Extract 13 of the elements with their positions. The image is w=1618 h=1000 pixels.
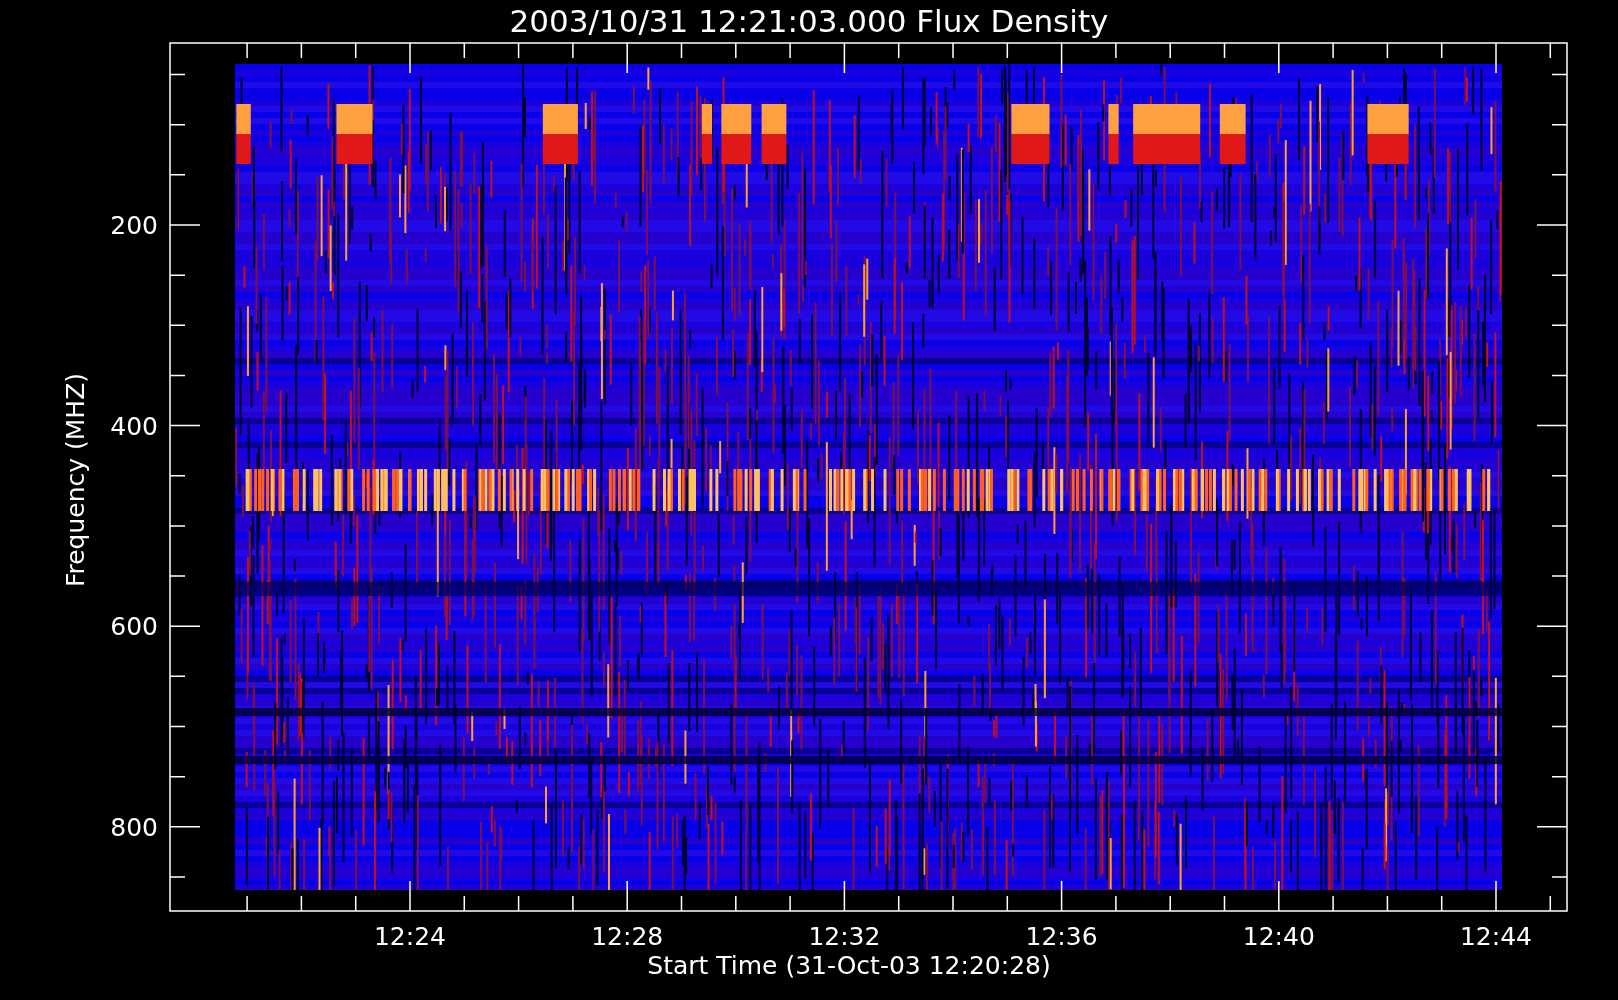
tick-label: 400 [110,411,158,441]
tick-label: 12:40 [1242,922,1315,951]
tick-label: 12:32 [808,922,881,951]
tick-label: 600 [110,612,158,642]
tick-label: 12:24 [374,922,446,951]
tick-label: 800 [110,812,158,842]
tick-label: 12:36 [1025,922,1098,951]
chart-title: 2003/10/31 12:21:03.000 Flux Density [509,3,1109,39]
tick-label: 12:28 [591,922,664,951]
tick-label: 12:44 [1460,922,1532,951]
tick-label: 200 [110,211,158,240]
axis-label: Start Time (31-Oct-03 12:20:28) [647,951,1051,980]
axis-label: Frequency (MHZ) [61,372,90,588]
